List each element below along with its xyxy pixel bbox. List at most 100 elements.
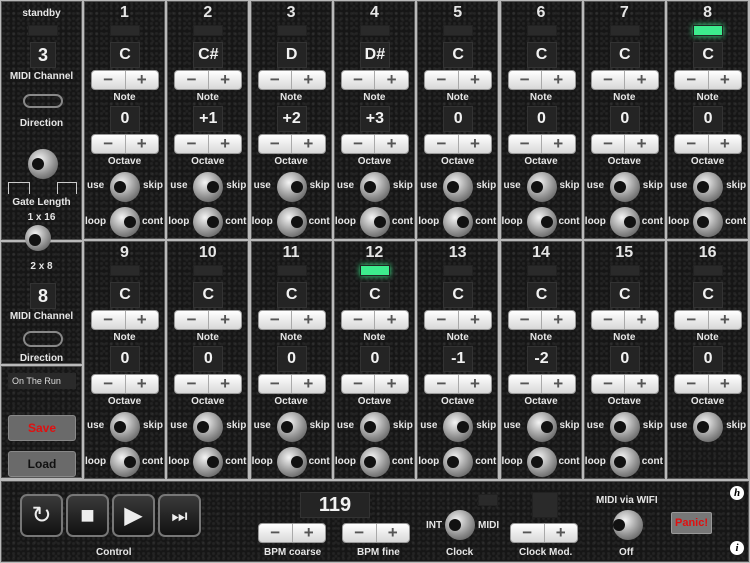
- octave-plus-button[interactable]: +: [707, 375, 742, 393]
- loop-cont-toggle[interactable]: [609, 447, 640, 477]
- note-stepper[interactable]: − +: [507, 70, 576, 90]
- note-stepper[interactable]: − +: [590, 310, 659, 330]
- octave-stepper[interactable]: − +: [174, 374, 243, 394]
- octave-stepper[interactable]: − +: [507, 374, 576, 394]
- octave-minus-button[interactable]: −: [92, 375, 125, 393]
- octave-minus-button[interactable]: −: [675, 375, 708, 393]
- note-stepper[interactable]: − +: [257, 310, 326, 330]
- octave-plus-button[interactable]: +: [124, 375, 159, 393]
- loop-cont-toggle[interactable]: [359, 207, 390, 237]
- loop-cont-toggle[interactable]: [276, 207, 307, 237]
- note-stepper[interactable]: − +: [174, 310, 243, 330]
- octave-minus-button[interactable]: −: [92, 135, 125, 153]
- octave-minus-button[interactable]: −: [675, 135, 708, 153]
- load-button[interactable]: Load: [8, 451, 76, 477]
- octave-plus-button[interactable]: +: [207, 135, 242, 153]
- loop-cont-toggle[interactable]: [110, 207, 140, 237]
- note-minus-button[interactable]: −: [509, 71, 542, 89]
- note-minus-button[interactable]: −: [259, 71, 292, 89]
- octave-plus-button[interactable]: +: [541, 135, 575, 153]
- octave-plus-button[interactable]: +: [374, 135, 408, 153]
- direction-pingpong-icon[interactable]: [23, 331, 63, 347]
- octave-minus-button[interactable]: −: [425, 135, 458, 153]
- loop-cont-toggle[interactable]: [193, 207, 224, 237]
- use-skip-toggle[interactable]: [276, 172, 307, 202]
- octave-stepper[interactable]: − +: [507, 134, 576, 154]
- note-plus-button[interactable]: +: [541, 311, 575, 329]
- loop-cont-toggle[interactable]: [609, 207, 640, 237]
- octave-stepper[interactable]: − +: [590, 134, 659, 154]
- preset-name-field[interactable]: On The Run: [8, 373, 76, 389]
- use-skip-toggle[interactable]: [443, 412, 474, 442]
- next-button[interactable]: ⏭: [158, 494, 201, 537]
- note-minus-button[interactable]: −: [425, 71, 458, 89]
- note-plus-button[interactable]: +: [291, 71, 325, 89]
- octave-stepper[interactable]: − +: [340, 374, 409, 394]
- loop-cont-toggle[interactable]: [526, 207, 557, 237]
- loop-cont-toggle[interactable]: [693, 207, 724, 237]
- loop-cont-toggle[interactable]: [276, 447, 307, 477]
- use-skip-toggle[interactable]: [609, 412, 640, 442]
- octave-plus-button[interactable]: +: [124, 135, 159, 153]
- note-minus-button[interactable]: −: [92, 71, 125, 89]
- octave-stepper[interactable]: − +: [424, 374, 493, 394]
- note-stepper[interactable]: − +: [91, 310, 159, 330]
- note-minus-button[interactable]: −: [175, 311, 208, 329]
- use-skip-toggle[interactable]: [359, 412, 390, 442]
- octave-plus-button[interactable]: +: [624, 135, 658, 153]
- note-plus-button[interactable]: +: [707, 71, 742, 89]
- note-plus-button[interactable]: +: [207, 311, 242, 329]
- note-plus-button[interactable]: +: [624, 71, 658, 89]
- info-icon[interactable]: i: [730, 541, 744, 555]
- octave-stepper[interactable]: − +: [674, 134, 743, 154]
- use-skip-toggle[interactable]: [693, 172, 724, 202]
- note-minus-button[interactable]: −: [259, 311, 292, 329]
- octave-plus-button[interactable]: +: [457, 135, 492, 153]
- octave-stepper[interactable]: − +: [174, 134, 243, 154]
- octave-plus-button[interactable]: +: [624, 375, 658, 393]
- note-minus-button[interactable]: −: [592, 311, 625, 329]
- octave-stepper[interactable]: − +: [674, 374, 743, 394]
- octave-stepper[interactable]: − +: [91, 374, 159, 394]
- bpm-coarse-stepper[interactable]: − +: [258, 523, 326, 543]
- use-skip-toggle[interactable]: [526, 172, 557, 202]
- note-stepper[interactable]: − +: [257, 70, 326, 90]
- note-minus-button[interactable]: −: [592, 71, 625, 89]
- clock-mod-stepper[interactable]: − +: [510, 523, 578, 543]
- loop-cont-toggle[interactable]: [193, 447, 224, 477]
- loop-cont-toggle[interactable]: [110, 447, 140, 477]
- octave-minus-button[interactable]: −: [342, 375, 375, 393]
- note-stepper[interactable]: − +: [91, 70, 159, 90]
- loop-cont-toggle[interactable]: [359, 447, 390, 477]
- clock-toggle[interactable]: [445, 510, 475, 540]
- note-plus-button[interactable]: +: [457, 311, 492, 329]
- mode-toggle[interactable]: [25, 225, 51, 251]
- note-stepper[interactable]: − +: [674, 310, 743, 330]
- note-plus-button[interactable]: +: [541, 71, 575, 89]
- use-skip-toggle[interactable]: [193, 172, 224, 202]
- play-button[interactable]: ▶: [112, 494, 155, 537]
- loop-cont-toggle[interactable]: [443, 207, 474, 237]
- use-skip-toggle[interactable]: [110, 412, 140, 442]
- midi-channel-display[interactable]: 3: [30, 42, 56, 68]
- note-minus-button[interactable]: −: [675, 71, 708, 89]
- octave-minus-button[interactable]: −: [259, 375, 292, 393]
- note-stepper[interactable]: − +: [340, 70, 409, 90]
- octave-minus-button[interactable]: −: [175, 135, 208, 153]
- note-minus-button[interactable]: −: [92, 311, 125, 329]
- bpm-coarse-minus[interactable]: −: [259, 524, 292, 542]
- note-stepper[interactable]: − +: [674, 70, 743, 90]
- note-plus-button[interactable]: +: [291, 311, 325, 329]
- help-icon[interactable]: h: [730, 486, 744, 500]
- note-plus-button[interactable]: +: [707, 311, 742, 329]
- octave-stepper[interactable]: − +: [340, 134, 409, 154]
- octave-plus-button[interactable]: +: [541, 375, 575, 393]
- note-minus-button[interactable]: −: [342, 71, 375, 89]
- note-stepper[interactable]: − +: [340, 310, 409, 330]
- note-minus-button[interactable]: −: [509, 311, 542, 329]
- use-skip-toggle[interactable]: [276, 412, 307, 442]
- loop-cont-toggle[interactable]: [526, 447, 557, 477]
- wifi-toggle[interactable]: [613, 510, 643, 540]
- clock-mod-plus[interactable]: +: [543, 524, 578, 542]
- note-minus-button[interactable]: −: [342, 311, 375, 329]
